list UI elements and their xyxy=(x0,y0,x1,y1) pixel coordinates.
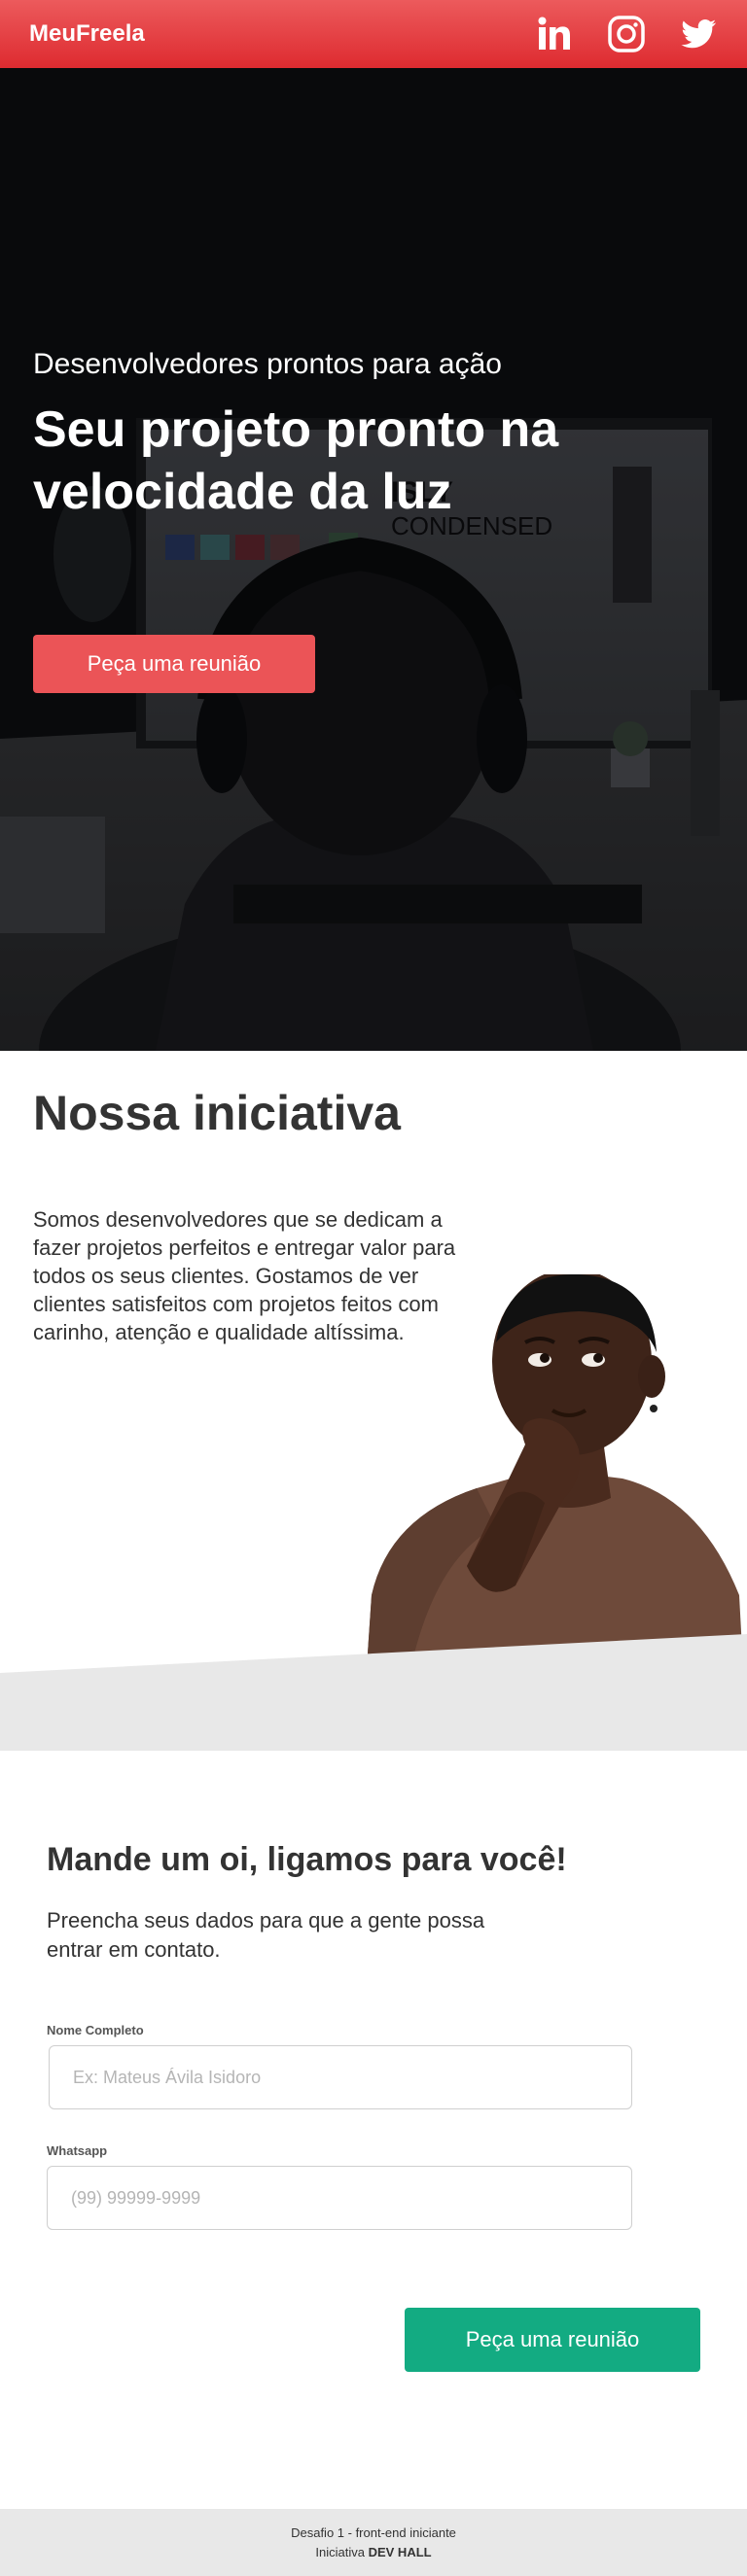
footer-line-2: Iniciativa DEV HALL xyxy=(315,2543,431,2562)
name-label: Nome Completo xyxy=(47,2023,144,2037)
whatsapp-input[interactable] xyxy=(47,2166,632,2230)
about-section: Nossa iniciativa Somos desenvolvedores q… xyxy=(0,1051,747,1751)
contact-title: Mande um oi, ligamos para você! xyxy=(47,1841,567,1878)
submit-meeting-button[interactable]: Peça uma reunião xyxy=(405,2308,700,2372)
social-links xyxy=(535,15,718,53)
name-input[interactable] xyxy=(49,2045,632,2109)
instagram-icon[interactable] xyxy=(607,15,646,53)
hero-title: Seu projeto pronto na velocidade da luz xyxy=(33,401,559,520)
linkedin-icon[interactable] xyxy=(535,15,574,53)
footer-prefix: Iniciativa xyxy=(315,2544,369,2559)
contact-section: Mande um oi, ligamos para você! Preencha… xyxy=(0,1751,747,2509)
whatsapp-label: Whatsapp xyxy=(47,2143,108,2158)
twitter-icon[interactable] xyxy=(679,15,718,53)
brand-logo[interactable]: MeuFreela xyxy=(29,20,145,48)
section-divider xyxy=(0,1634,747,1751)
hero-section: ISLY CONDENSED Desenvolvedores prontos p… xyxy=(0,68,747,1051)
footer-brand: DEV HALL xyxy=(368,2544,432,2559)
hero-background-image: ISLY CONDENSED xyxy=(0,68,747,1051)
hero-meeting-button[interactable]: Peça uma reunião xyxy=(33,635,315,693)
site-header: MeuFreela xyxy=(0,0,747,68)
contact-text: Preencha seus dados para que a gente pos… xyxy=(47,1908,485,1962)
footer-line-1: Desafio 1 - front-end iniciante xyxy=(291,2524,456,2540)
hero-subtitle: Desenvolvedores prontos para ação xyxy=(33,348,502,380)
site-footer: Desafio 1 - front-end iniciante Iniciati… xyxy=(0,2509,747,2576)
